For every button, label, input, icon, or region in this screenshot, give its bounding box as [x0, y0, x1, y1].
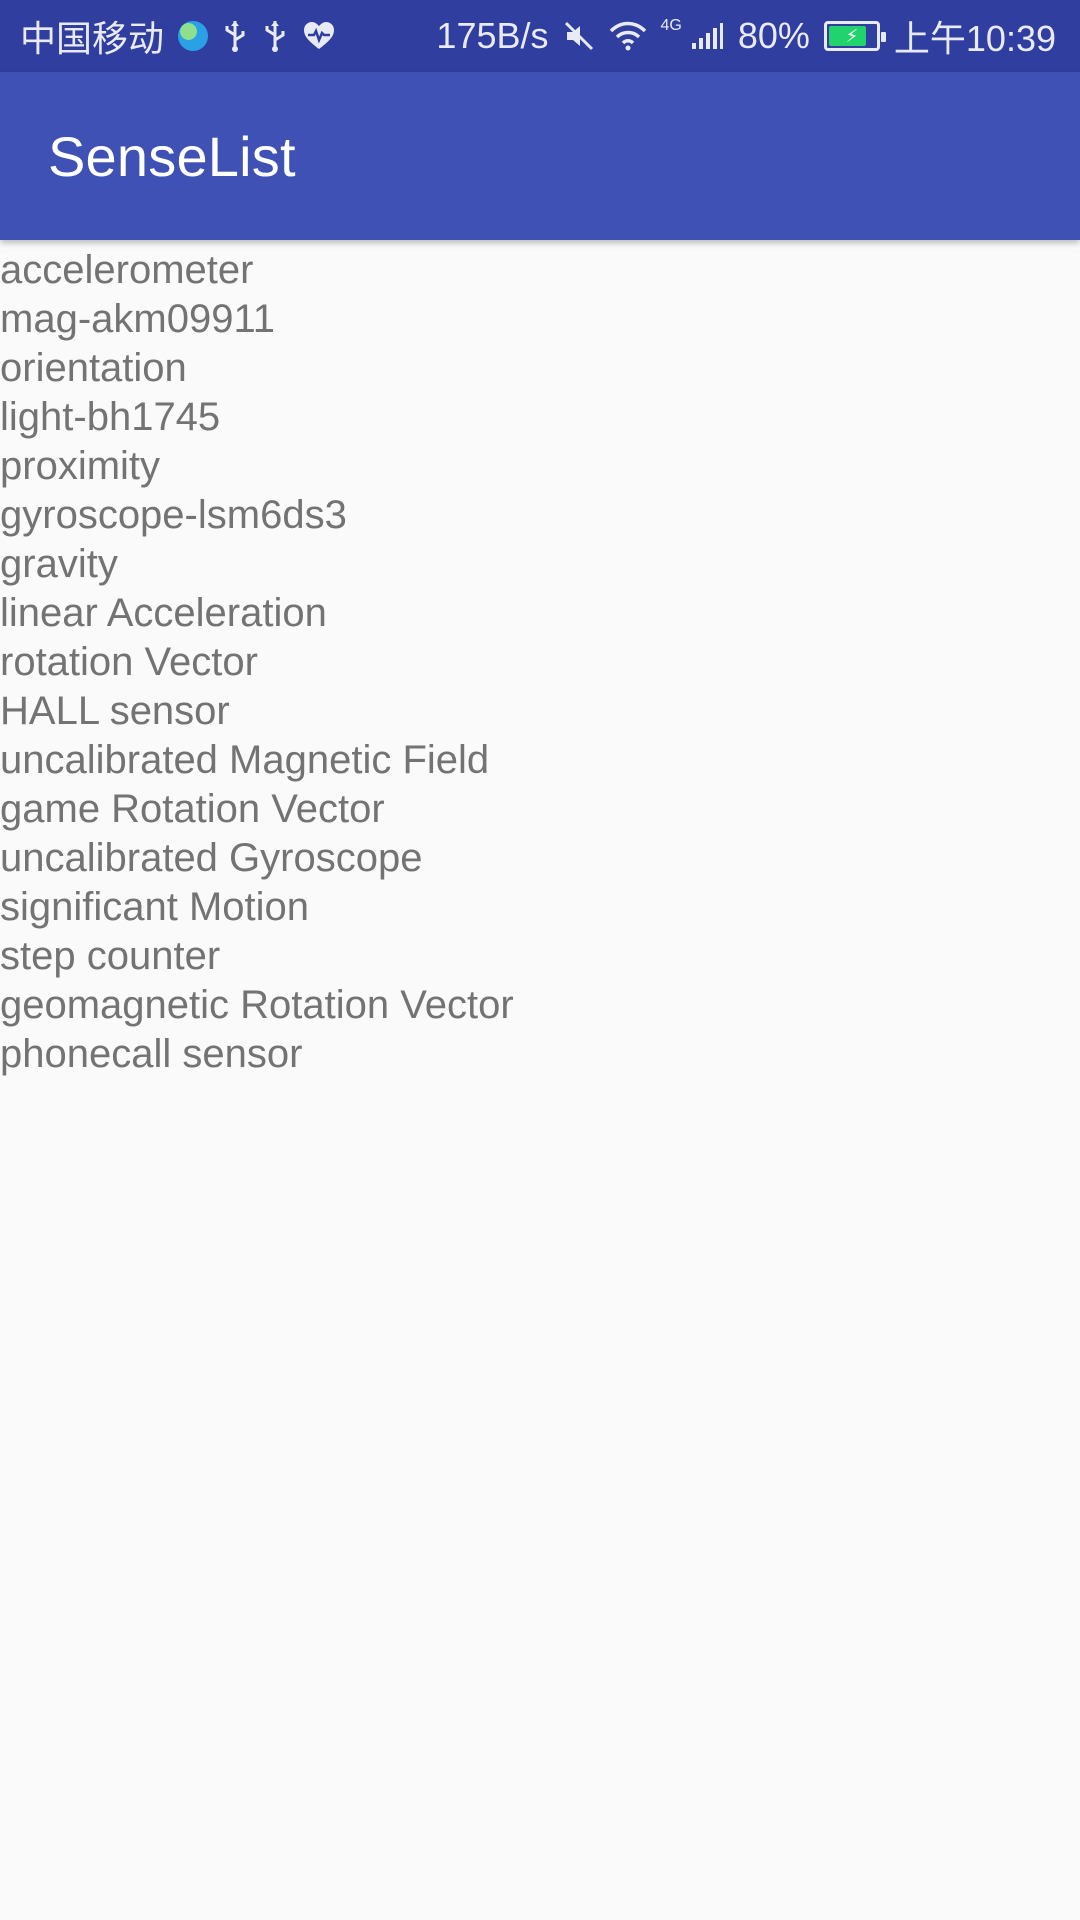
- page-title: SenseList: [48, 124, 296, 188]
- carrier-label: 中国移动: [20, 18, 165, 59]
- list-item[interactable]: geomagnetic Rotation Vector: [0, 981, 1080, 1030]
- status-left: 中国移动: [20, 10, 336, 62]
- list-item[interactable]: uncalibrated Gyroscope: [0, 834, 1080, 883]
- list-item[interactable]: phonecall sensor: [0, 1030, 1080, 1079]
- list-item[interactable]: HALL sensor: [0, 687, 1080, 736]
- list-item[interactable]: accelerometer: [0, 246, 1080, 295]
- signal-icon: [690, 21, 724, 51]
- network-type-label: 4G: [660, 17, 682, 34]
- list-item[interactable]: uncalibrated Magnetic Field: [0, 736, 1080, 785]
- list-item[interactable]: orientation: [0, 344, 1080, 393]
- battery-icon: ⚡: [823, 21, 886, 51]
- list-item[interactable]: rotation Vector: [0, 638, 1080, 687]
- status-bar: 中国移动 175B/s 4G 80% ⚡ 上午10:39: [0, 0, 1080, 72]
- usb-icon: [222, 19, 248, 53]
- clock-label: 上午10:39: [893, 18, 1056, 59]
- list-item[interactable]: step counter: [0, 932, 1080, 981]
- mute-icon: [563, 20, 595, 52]
- net-speed-label: 175B/s: [436, 15, 549, 56]
- list-item[interactable]: linear Acceleration: [0, 589, 1080, 638]
- list-item[interactable]: gravity: [0, 540, 1080, 589]
- charging-bolt-icon: ⚡: [845, 26, 859, 46]
- globe-icon: [178, 21, 209, 51]
- wifi-icon: [609, 21, 647, 51]
- battery-percent-label: 80%: [737, 15, 810, 56]
- sensor-list: accelerometer mag-akm09911 orientation ligh…: [0, 240, 1080, 1079]
- list-item[interactable]: mag-akm09911: [0, 295, 1080, 344]
- list-item[interactable]: light-bh1745: [0, 393, 1080, 442]
- list-item[interactable]: proximity: [0, 442, 1080, 491]
- heart-icon: [302, 21, 336, 51]
- status-right: 175B/s 4G 80% ⚡ 上午10:39: [436, 10, 1056, 62]
- list-item[interactable]: significant Motion: [0, 883, 1080, 932]
- sensor-list-container: accelerometer mag-akm09911 orientation ligh…: [0, 240, 1080, 1920]
- usb-icon: [262, 19, 288, 53]
- app-bar: SenseList: [0, 72, 1080, 240]
- list-item[interactable]: gyroscope-lsm6ds3: [0, 491, 1080, 540]
- list-item[interactable]: game Rotation Vector: [0, 785, 1080, 834]
